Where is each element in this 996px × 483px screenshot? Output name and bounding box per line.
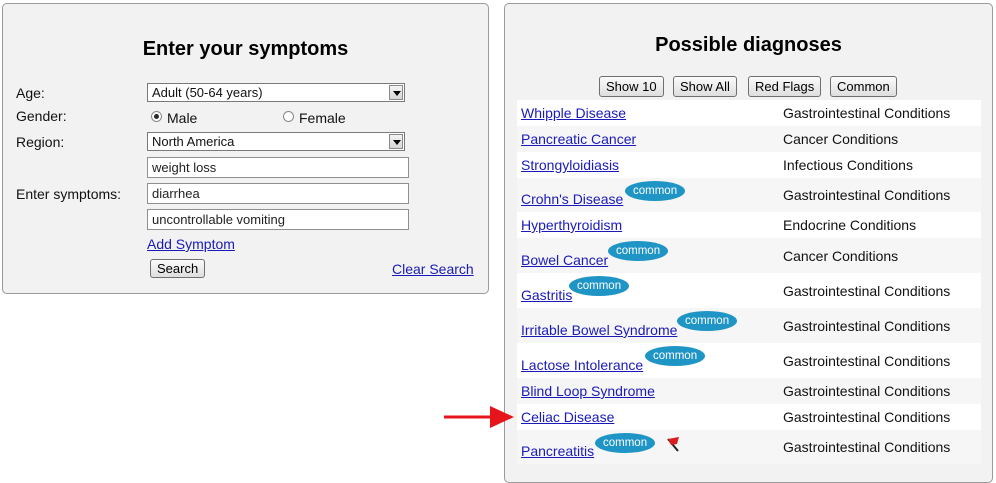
common-badge: common [608, 241, 669, 261]
region-select-value: North America [152, 134, 235, 149]
diagnosis-category: Gastrointestinal Conditions [783, 187, 951, 203]
diagnosis-row: Whipple Disease Gastrointestinal Conditio… [517, 100, 981, 126]
gender-male-label[interactable]: Male [167, 110, 197, 126]
show-10-button[interactable]: Show 10 [599, 76, 664, 97]
chevron-down-icon[interactable] [389, 85, 403, 100]
diagnosis-row: Celiac Disease Gastrointestinal Condition… [517, 404, 981, 430]
diagnosis-link[interactable]: Crohn's Disease [521, 191, 623, 207]
diagnosis-row: Gastritis common Gastrointestinal Conditio… [517, 273, 981, 308]
search-button[interactable]: Search [150, 259, 206, 278]
red-flags-button[interactable]: Red Flags [748, 76, 822, 97]
symptom-input-2[interactable] [147, 183, 409, 204]
age-label: Age: [16, 85, 45, 101]
common-badge: common [569, 276, 630, 296]
diagnosis-link[interactable]: Bowel Cancer [521, 252, 608, 268]
diagnosis-row: Pancreatic Cancer Cancer Conditions [517, 126, 981, 152]
age-select[interactable]: Adult (50-64 years) [147, 83, 405, 102]
common-badge: common [595, 433, 656, 453]
diagnosis-link[interactable]: Irritable Bowel Syndrome [521, 322, 677, 338]
diagnosis-row: Pancreatitis common Gastrointestinal Condi… [517, 430, 981, 464]
diagnosis-category: Gastrointestinal Conditions [783, 409, 951, 425]
diagnosis-category: Infectious Conditions [783, 157, 913, 173]
common-badge: common [625, 181, 686, 201]
gender-female-radio[interactable] [283, 111, 294, 122]
gender-label: Gender: [16, 108, 67, 124]
symptom-input-3[interactable] [147, 209, 409, 230]
diagnosis-category: Gastrointestinal Conditions [783, 383, 951, 399]
symptom-form-title: Enter your symptoms [142, 38, 349, 60]
diagnosis-category: Gastrointestinal Conditions [783, 282, 951, 299]
diagnosis-link[interactable]: Hyperthyroidism [521, 217, 622, 233]
gender-female-label[interactable]: Female [299, 110, 346, 126]
diagnosis-list: Whipple Disease Gastrointestinal Conditio… [517, 100, 981, 464]
common-badge: common [645, 346, 706, 366]
diagnosis-row: Irritable Bowel Syndrome common Gastrointe… [517, 308, 981, 343]
symptom-form-panel: Enter your symptoms Age: Adult (50-64 ye… [2, 3, 489, 294]
diagnosis-link[interactable]: Lactose Intolerance [521, 357, 643, 373]
age-select-value: Adult (50-64 years) [152, 85, 263, 100]
common-badge: common [677, 311, 738, 331]
red-flag-icon [667, 437, 679, 452]
diagnosis-category: Endocrine Conditions [783, 217, 917, 233]
pointer-arrow-icon [444, 406, 514, 428]
diagnosis-row: Strongyloidiasis Infectious Conditions [517, 152, 981, 178]
gender-male-radio[interactable] [151, 111, 162, 122]
diagnosis-link[interactable]: Pancreatitis [521, 443, 594, 459]
diagnosis-link[interactable]: Blind Loop Syndrome [521, 383, 655, 399]
diagnosis-category: Cancer Conditions [783, 131, 899, 147]
diagnoses-title: Possible diagnoses [655, 34, 842, 56]
diagnosis-row: Hyperthyroidism Endocrine Conditions [517, 212, 981, 238]
diagnosis-category: Cancer Conditions [783, 247, 899, 264]
diagnosis-link[interactable]: Gastritis [521, 287, 572, 303]
region-select[interactable]: North America [147, 132, 405, 151]
region-label: Region: [16, 134, 65, 150]
diagnosis-row: Lactose Intolerance common Gastrointestina… [517, 343, 981, 378]
show-all-button[interactable]: Show All [673, 76, 737, 97]
diagnosis-link[interactable]: Strongyloidiasis [521, 157, 619, 173]
add-symptom-link[interactable]: Add Symptom [147, 236, 235, 252]
diagnosis-link[interactable]: Whipple Disease [521, 105, 626, 121]
diagnosis-row: Blind Loop Syndrome Gastrointestinal Cond… [517, 378, 981, 404]
diagnosis-link[interactable]: Pancreatic Cancer [521, 131, 636, 147]
diagnosis-row: Crohn's Disease common Gastrointestinal Co… [517, 178, 981, 212]
diagnosis-row: Bowel Cancer common Cancer Conditions [517, 238, 981, 273]
diagnosis-category: Gastrointestinal Conditions [783, 317, 951, 334]
symptom-input-1[interactable] [147, 157, 409, 178]
diagnosis-category: Gastrointestinal Conditions [783, 439, 951, 455]
chevron-down-icon[interactable] [389, 134, 403, 149]
symptoms-label: Enter symptoms: [16, 186, 122, 202]
clear-search-link[interactable]: Clear Search [392, 261, 474, 277]
diagnosis-link[interactable]: Celiac Disease [521, 409, 614, 425]
common-button[interactable]: Common [830, 76, 897, 97]
diagnosis-category: Gastrointestinal Conditions [783, 352, 951, 369]
diagnoses-panel: Possible diagnoses Show 10 Show All Red … [504, 3, 993, 483]
diagnosis-category: Gastrointestinal Conditions [783, 105, 951, 121]
